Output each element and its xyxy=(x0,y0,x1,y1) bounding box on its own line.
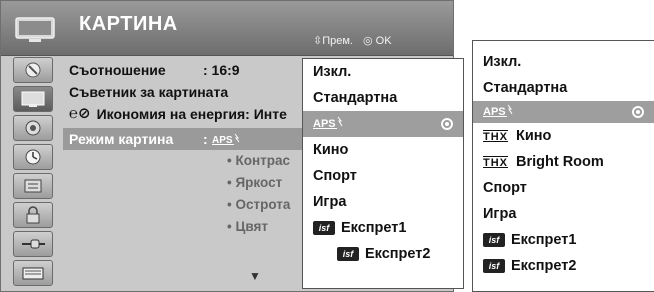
option-sport[interactable]: Спорт xyxy=(473,175,654,201)
satellite-icon xyxy=(25,62,41,78)
sidebar-item-time[interactable] xyxy=(13,144,53,170)
clock-icon xyxy=(25,149,41,165)
ok-hint: ◎ OK xyxy=(362,35,392,47)
sidebar-item-usb[interactable] xyxy=(13,260,53,286)
isf-logo: isf xyxy=(313,221,335,236)
option-standard[interactable]: Стандартна xyxy=(473,75,654,101)
option-game[interactable]: Игра xyxy=(473,201,654,227)
menu-row-label: Съотношение xyxy=(69,62,166,78)
sidebar-item-lock[interactable] xyxy=(13,202,53,228)
menu-row-label: Съветник за картината xyxy=(69,84,229,100)
move-hint: ⇳Прем. xyxy=(313,35,353,47)
selected-radio-icon xyxy=(632,106,644,118)
sidebar-item-picture[interactable] xyxy=(13,86,53,112)
isf-logo: isf xyxy=(483,233,505,248)
option-aps[interactable]: APS xyxy=(473,101,654,123)
eco-icon: ℮⊘ xyxy=(69,105,91,122)
lock-icon xyxy=(26,206,40,224)
menu-header: КАРТИНА ⇳Прем. ◎ OK xyxy=(1,1,453,56)
picture-mode-list-thx: Изкл. Стандартна APS THX Кино THX Bright R… xyxy=(472,40,654,292)
menu-row-value: : APS xyxy=(203,128,242,150)
audio-icon xyxy=(25,120,41,136)
usb-icon xyxy=(22,267,44,280)
option-off[interactable]: Изкл. xyxy=(473,49,654,75)
navigation-arrows-icon: ⇳ xyxy=(313,35,323,47)
tv-icon xyxy=(15,17,55,42)
option-cinema[interactable]: Кино xyxy=(303,137,463,163)
picture-mode-dropdown: Изкл. Стандартна APS Кино Спорт Игра isf… xyxy=(302,58,464,289)
thx-logo: THX xyxy=(483,157,508,169)
aps-logo: APS xyxy=(211,133,239,146)
option-expert1[interactable]: isf Експрет1 xyxy=(303,215,463,241)
option-aps[interactable]: APS xyxy=(303,111,463,137)
page-title: КАРТИНА xyxy=(79,13,178,35)
sidebar-item-input[interactable] xyxy=(13,231,53,257)
picture-icon xyxy=(21,91,45,107)
isf-logo: isf xyxy=(483,259,505,274)
sidebar-item-setup[interactable] xyxy=(13,57,53,83)
selected-radio-icon xyxy=(441,118,453,130)
menu-row-label: Икономия на енергия: Инте xyxy=(96,106,287,122)
option-sport[interactable]: Спорт xyxy=(303,163,463,189)
sidebar-item-audio[interactable] xyxy=(13,115,53,141)
menu-row-label: Режим картина xyxy=(69,131,174,147)
isf-logo: isf xyxy=(337,247,359,262)
option-thx-bright-room[interactable]: THX Bright Room xyxy=(473,149,654,175)
option-expert2[interactable]: isf Експрет2 xyxy=(473,253,654,279)
option-game[interactable]: Игра xyxy=(303,189,463,215)
option-standard[interactable]: Стандартна xyxy=(303,85,463,111)
input-icon xyxy=(22,239,45,249)
option-expert1[interactable]: isf Експрет1 xyxy=(473,227,654,253)
aps-logo: APS xyxy=(483,104,513,118)
option-off[interactable]: Изкл. xyxy=(303,59,463,85)
menu-row-value: : 16:9 xyxy=(203,62,240,78)
aps-logo: APS xyxy=(313,116,343,130)
option-thx-cinema[interactable]: THX Кино xyxy=(473,123,654,149)
scroll-down-arrow-icon[interactable]: ▼ xyxy=(249,269,261,283)
nav-hint: ⇳Прем. ◎ OK xyxy=(313,34,392,47)
thx-logo: THX xyxy=(483,131,508,143)
options-icon xyxy=(24,179,42,193)
sidebar-item-option[interactable] xyxy=(13,173,53,199)
option-expert2[interactable]: isf Експрет2 xyxy=(303,241,463,267)
ok-button-icon: ◎ xyxy=(362,35,373,47)
menu-sidebar xyxy=(11,57,55,289)
